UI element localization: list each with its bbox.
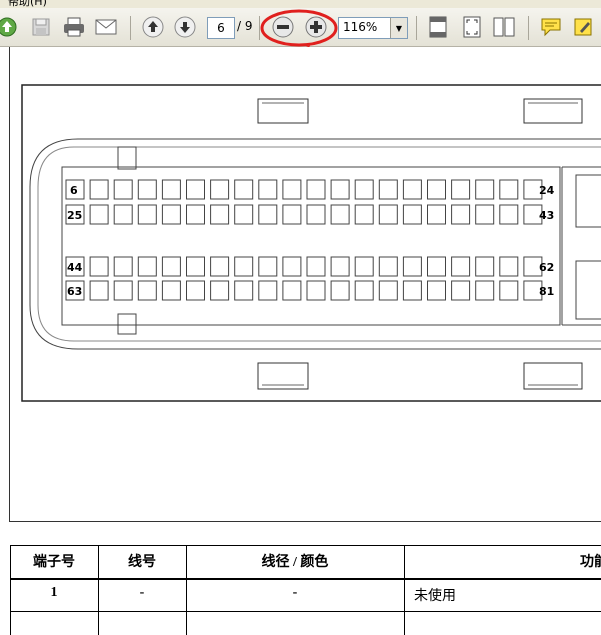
pin-cavity [113, 204, 133, 225]
pin-cavity [306, 256, 326, 277]
pin-cavity [475, 256, 495, 277]
pin-cavity [282, 179, 302, 200]
pin-cavity [306, 179, 326, 200]
pin-cavity [354, 179, 374, 200]
pin-cavity [499, 256, 519, 277]
pin-cavity [451, 256, 471, 277]
pin-cavity [402, 256, 422, 277]
pin-label: 43 [539, 209, 555, 222]
annotation-ellipse [260, 9, 338, 47]
pinout-table: 端子号 线号 线径 / 颜色 功能 1 - - 未使用 [10, 545, 601, 635]
pin-cavity [210, 256, 230, 277]
pin-cavity [282, 204, 302, 225]
pin-label: 62 [539, 261, 555, 274]
pin-cavity [427, 280, 446, 301]
pin-cavity [306, 280, 326, 301]
pin-cavity [113, 280, 133, 301]
pin-cavity [354, 280, 374, 301]
pin-cavity [258, 179, 278, 200]
table-header: 线号 [128, 555, 156, 570]
pin-cavity [378, 179, 398, 200]
pin-cavity [89, 256, 109, 277]
connector-diagram [21, 84, 601, 402]
table-header: 端子号 [33, 555, 75, 570]
pin-cavity [137, 256, 157, 277]
pin-cavity [402, 204, 422, 225]
pin-label: 6 [70, 184, 78, 197]
pin-cavity [210, 204, 230, 225]
pin-cavity [475, 204, 495, 225]
pin-cavity [113, 256, 133, 277]
pin-cavity [89, 179, 109, 200]
pin-cavity [378, 256, 398, 277]
pin-cavity [161, 280, 181, 301]
pin-label: 63 [67, 285, 83, 298]
pin-cavity [210, 280, 230, 301]
pin-cavity [234, 280, 254, 301]
pin-cavity [137, 280, 157, 301]
table-cell: 1 [50, 585, 58, 600]
pin-cavity [89, 280, 109, 301]
pin-cavity [451, 179, 471, 200]
pin-cavity [427, 256, 446, 277]
pin-cavity [330, 204, 350, 225]
pin-cavity [378, 204, 398, 225]
pin-cavity [234, 256, 254, 277]
pin-cavity [427, 179, 446, 200]
pin-cavity [330, 179, 350, 200]
pin-cavity [258, 204, 278, 225]
pin-cavity [402, 179, 422, 200]
pin-cavity [499, 179, 519, 200]
pin-cavity [499, 280, 519, 301]
page-bottom-edge [9, 521, 601, 522]
table-header: 线径 / 颜色 [261, 555, 329, 570]
pin-cavity [234, 179, 254, 200]
pin-cavity [330, 280, 350, 301]
pin-cavity [89, 204, 109, 225]
pin-cavity [475, 179, 495, 200]
pin-cavity [475, 280, 495, 301]
table-header: 功能 [580, 555, 601, 570]
pin-cavity [427, 204, 446, 225]
pin-cavity [186, 204, 205, 225]
pin-cavity [161, 256, 181, 277]
pin-cavity [161, 204, 181, 225]
pin-cavity [306, 204, 326, 225]
pin-cavity [161, 179, 181, 200]
pin-cavity [186, 256, 205, 277]
pin-cavity [354, 256, 374, 277]
pin-cavity [258, 256, 278, 277]
pin-cavity [499, 204, 519, 225]
pin-cavity [451, 280, 471, 301]
pin-cavity [186, 280, 205, 301]
table-cell: - [139, 585, 145, 600]
pin-cavity [282, 280, 302, 301]
pin-cavity [354, 204, 374, 225]
pin-cavity [402, 280, 422, 301]
pin-label: 44 [67, 261, 83, 274]
pin-cavity [282, 256, 302, 277]
pin-cavity [378, 280, 398, 301]
pin-cavity [451, 204, 471, 225]
pin-cavity [258, 280, 278, 301]
pin-label: 25 [67, 209, 83, 222]
pin-label: 24 [539, 184, 555, 197]
pin-label: 81 [539, 285, 555, 298]
pin-cavity [186, 179, 205, 200]
pin-cavity [137, 179, 157, 200]
table-cell: 未使用 [414, 589, 456, 604]
pin-cavity [234, 204, 254, 225]
pin-cavity [210, 179, 230, 200]
pin-cavity [330, 256, 350, 277]
pin-cavity [113, 179, 133, 200]
document-view[interactable]: 6 25 24 43 44 63 62 81 端子号 线号 线径 / 颜色 功能… [0, 47, 601, 635]
table-cell: - [292, 585, 298, 600]
pin-cavity [137, 204, 157, 225]
